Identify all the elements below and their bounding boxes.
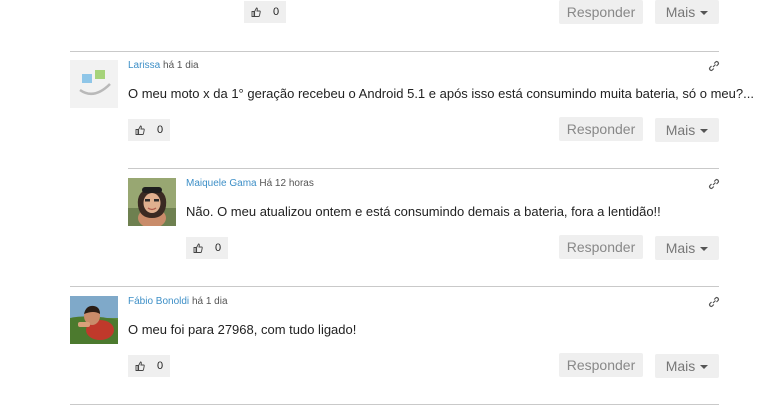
author-link[interactable]: Maiquele Gama — [186, 178, 257, 189]
comment-separator — [70, 404, 719, 405]
thumbs-up-icon — [186, 243, 210, 253]
reply-separator — [128, 168, 719, 169]
comment-meta: Fábio Bonoldi há 1 dia — [128, 296, 228, 307]
author-link[interactable]: Fábio Bonoldi — [128, 296, 189, 307]
more-button[interactable]: Mais — [655, 354, 719, 378]
user-photo-avatar — [70, 296, 118, 344]
comment-meta: Maiquele Gama Há 12 horas — [186, 178, 314, 189]
more-button[interactable]: Mais — [655, 118, 719, 142]
comment-time: há 1 dia — [191, 296, 228, 307]
reply-label: Responder — [566, 239, 636, 255]
link-icon[interactable] — [708, 178, 720, 190]
author-link[interactable]: Larissa — [128, 60, 160, 71]
reply-button[interactable]: Responder — [559, 117, 643, 141]
reply-button[interactable]: Responder — [559, 353, 643, 377]
caret-down-icon — [700, 129, 709, 133]
like-count: 0 — [272, 6, 280, 18]
reply-button[interactable]: Responder — [559, 0, 643, 24]
reply-label: Responder — [566, 357, 636, 373]
reply-label: Responder — [566, 121, 636, 137]
more-button[interactable]: Mais — [655, 0, 719, 24]
more-label: Mais — [665, 4, 696, 20]
comment-separator — [70, 51, 719, 52]
like-count: 0 — [156, 360, 164, 372]
link-icon[interactable] — [708, 60, 720, 72]
like-button[interactable]: 0 — [244, 1, 286, 23]
reply-label: Responder — [566, 4, 636, 20]
comment-time: há 1 dia — [163, 60, 199, 71]
more-label: Mais — [665, 358, 696, 374]
like-button[interactable]: 0 — [128, 355, 170, 377]
like-button[interactable]: 0 — [186, 237, 228, 259]
caret-down-icon — [700, 247, 709, 251]
like-count: 0 — [214, 242, 222, 254]
comment-text: O meu moto x da 1° geração recebeu o And… — [128, 86, 754, 101]
like-button[interactable]: 0 — [128, 119, 170, 141]
thumbs-up-icon — [128, 125, 152, 135]
comment-text: Não. O meu atualizou ontem e está consum… — [186, 204, 661, 219]
caret-down-icon — [700, 11, 709, 15]
comment-separator — [70, 286, 719, 287]
link-icon[interactable] — [708, 296, 720, 308]
thumbs-up-icon — [128, 361, 152, 371]
reply-button[interactable]: Responder — [559, 235, 643, 259]
more-button[interactable]: Mais — [655, 236, 719, 260]
more-label: Mais — [665, 122, 696, 138]
default-avatar-icon — [70, 60, 118, 108]
comment-meta: Larissa há 1 dia — [128, 60, 199, 71]
more-label: Mais — [665, 240, 696, 256]
comment-time: Há 12 horas — [259, 178, 314, 189]
caret-down-icon — [700, 365, 709, 369]
comment-text: O meu foi para 27968, com tudo ligado! — [128, 322, 357, 337]
thumbs-up-icon — [244, 7, 268, 17]
like-count: 0 — [156, 124, 164, 136]
user-photo-avatar — [128, 178, 176, 226]
